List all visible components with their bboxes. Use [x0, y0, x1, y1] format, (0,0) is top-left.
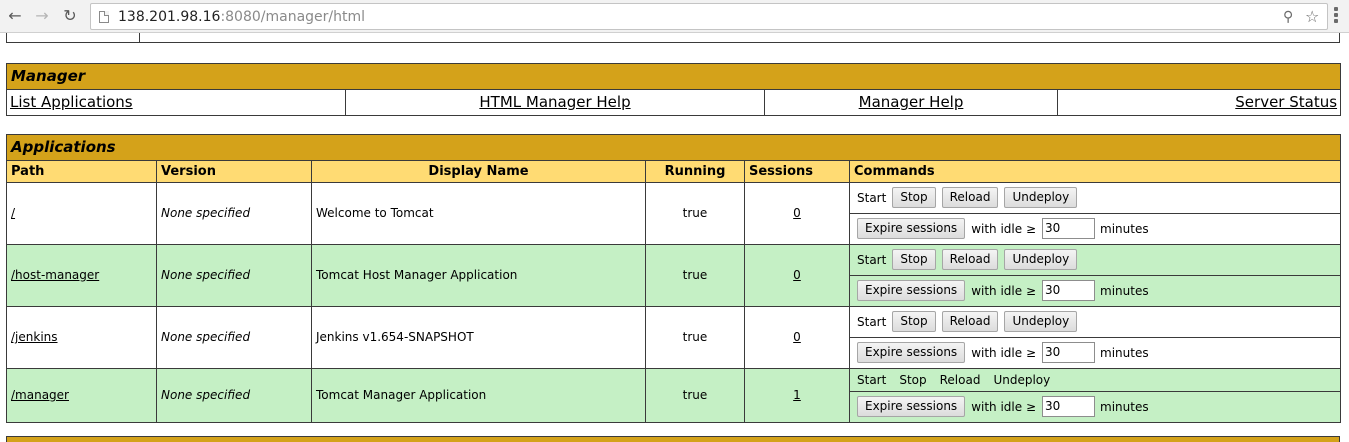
minutes-label: minutes	[1100, 283, 1149, 298]
reload-label: Reload	[939, 372, 981, 387]
app-sessions-link[interactable]: 1	[793, 388, 801, 402]
app-sessions-link[interactable]: 0	[793, 268, 801, 282]
app-path-link[interactable]: /	[11, 206, 15, 220]
app-commands: Start Stop Reload Undeploy Expire sessio…	[848, 181, 1342, 245]
minutes-label: minutes	[1100, 345, 1149, 360]
app-version: None specified	[156, 243, 312, 307]
table-row: /jenkins None specified Jenkins v1.654-S…	[6, 305, 1342, 369]
table-row: /host-manager None specified Tomcat Host…	[6, 243, 1342, 307]
app-commands: Start Stop Reload Undeploy Expire sessio…	[848, 367, 1342, 423]
with-idle-label: with idle ≥	[971, 345, 1036, 360]
partial-top-table	[6, 33, 1340, 43]
app-display-name: Welcome to Tomcat	[311, 181, 646, 245]
start-label: Start	[857, 314, 887, 329]
app-path-link[interactable]: /jenkins	[11, 330, 58, 344]
app-running: true	[645, 181, 745, 245]
idle-minutes-input[interactable]: 30	[1042, 218, 1095, 239]
app-running: true	[645, 243, 745, 307]
table-row: / None specified Welcome to Tomcat true …	[6, 181, 1342, 245]
back-arrow-icon[interactable]: ←	[5, 6, 25, 26]
app-commands: Start Stop Reload Undeploy Expire sessio…	[848, 243, 1342, 307]
app-version: None specified	[156, 367, 312, 423]
stop-button[interactable]: Stop	[892, 249, 936, 270]
header-running: Running	[645, 159, 745, 183]
url-text[interactable]: 138.201.98.16:8080/manager/html	[118, 8, 365, 26]
manager-table: Manager List Applications HTML Manager H…	[5, 62, 1342, 116]
header-version: Version	[156, 159, 312, 183]
url-path: :8080/manager/html	[220, 9, 366, 25]
url-host: 138.201.98.16	[118, 9, 221, 25]
header-commands: Commands	[848, 159, 1342, 183]
minutes-label: minutes	[1100, 221, 1149, 236]
start-label: Start	[857, 252, 887, 267]
html-manager-help-link[interactable]: HTML Manager Help	[479, 93, 630, 111]
reload-button[interactable]: Reload	[941, 249, 999, 270]
minutes-label: minutes	[1100, 399, 1149, 414]
browser-menu-icon[interactable]	[1334, 7, 1338, 27]
forward-arrow-icon[interactable]: →	[32, 6, 52, 26]
app-path-link[interactable]: /host-manager	[11, 268, 99, 282]
undeploy-button[interactable]: Undeploy	[1004, 187, 1078, 208]
expire-sessions-button[interactable]: Expire sessions	[857, 342, 966, 363]
stop-button[interactable]: Stop	[892, 187, 936, 208]
applications-section-title: Applications	[5, 133, 1342, 161]
undeploy-label: Undeploy	[993, 372, 1051, 387]
reload-icon[interactable]: ↻	[60, 6, 80, 26]
address-bar[interactable]: 138.201.98.16:8080/manager/html ⚲ ☆	[90, 3, 1328, 30]
reload-button[interactable]: Reload	[941, 311, 999, 332]
applications-table: Applications Path Version Display Name R…	[5, 133, 1342, 423]
header-display-name: Display Name	[311, 159, 646, 183]
undeploy-button[interactable]: Undeploy	[1004, 249, 1078, 270]
idle-minutes-input[interactable]: 30	[1042, 342, 1095, 363]
table-row: /manager None specified Tomcat Manager A…	[6, 367, 1342, 423]
server-status-link[interactable]: Server Status	[1235, 93, 1337, 111]
bookmark-star-icon[interactable]: ☆	[1305, 7, 1319, 27]
header-path: Path	[6, 159, 157, 183]
idle-minutes-input[interactable]: 30	[1042, 280, 1095, 301]
with-idle-label: with idle ≥	[971, 283, 1036, 298]
app-running: true	[645, 305, 745, 369]
app-commands: Start Stop Reload Undeploy Expire sessio…	[848, 305, 1342, 369]
browser-toolbar: ← → ↻ 138.201.98.16:8080/manager/html ⚲ …	[0, 0, 1349, 33]
with-idle-label: with idle ≥	[971, 399, 1036, 414]
header-sessions: Sessions	[744, 159, 850, 183]
stop-button[interactable]: Stop	[892, 311, 936, 332]
app-sessions-link[interactable]: 0	[793, 330, 801, 344]
app-sessions-link[interactable]: 0	[793, 206, 801, 220]
manager-help-link[interactable]: Manager Help	[859, 93, 964, 111]
app-running: true	[645, 367, 745, 423]
list-applications-link[interactable]: List Applications	[10, 93, 133, 111]
expire-sessions-button[interactable]: Expire sessions	[857, 396, 966, 417]
app-display-name: Jenkins v1.654-SNAPSHOT	[311, 305, 646, 369]
app-version: None specified	[156, 181, 312, 245]
with-idle-label: with idle ≥	[971, 221, 1036, 236]
manager-section-title: Manager	[5, 62, 1342, 90]
expire-sessions-button[interactable]: Expire sessions	[857, 218, 966, 239]
next-section-header	[6, 436, 1340, 442]
idle-minutes-input[interactable]: 30	[1042, 396, 1095, 417]
page-icon	[99, 11, 109, 23]
reload-button[interactable]: Reload	[941, 187, 999, 208]
stop-label: Stop	[899, 372, 927, 387]
page-content: Manager List Applications HTML Manager H…	[5, 33, 1342, 423]
undeploy-button[interactable]: Undeploy	[1004, 311, 1078, 332]
expire-sessions-button[interactable]: Expire sessions	[857, 280, 966, 301]
app-path-link[interactable]: /manager	[11, 388, 69, 402]
app-version: None specified	[156, 305, 312, 369]
start-label: Start	[857, 190, 887, 205]
start-label: Start	[857, 372, 887, 387]
app-display-name: Tomcat Host Manager Application	[311, 243, 646, 307]
app-display-name: Tomcat Manager Application	[311, 367, 646, 423]
key-icon[interactable]: ⚲	[1283, 7, 1293, 27]
